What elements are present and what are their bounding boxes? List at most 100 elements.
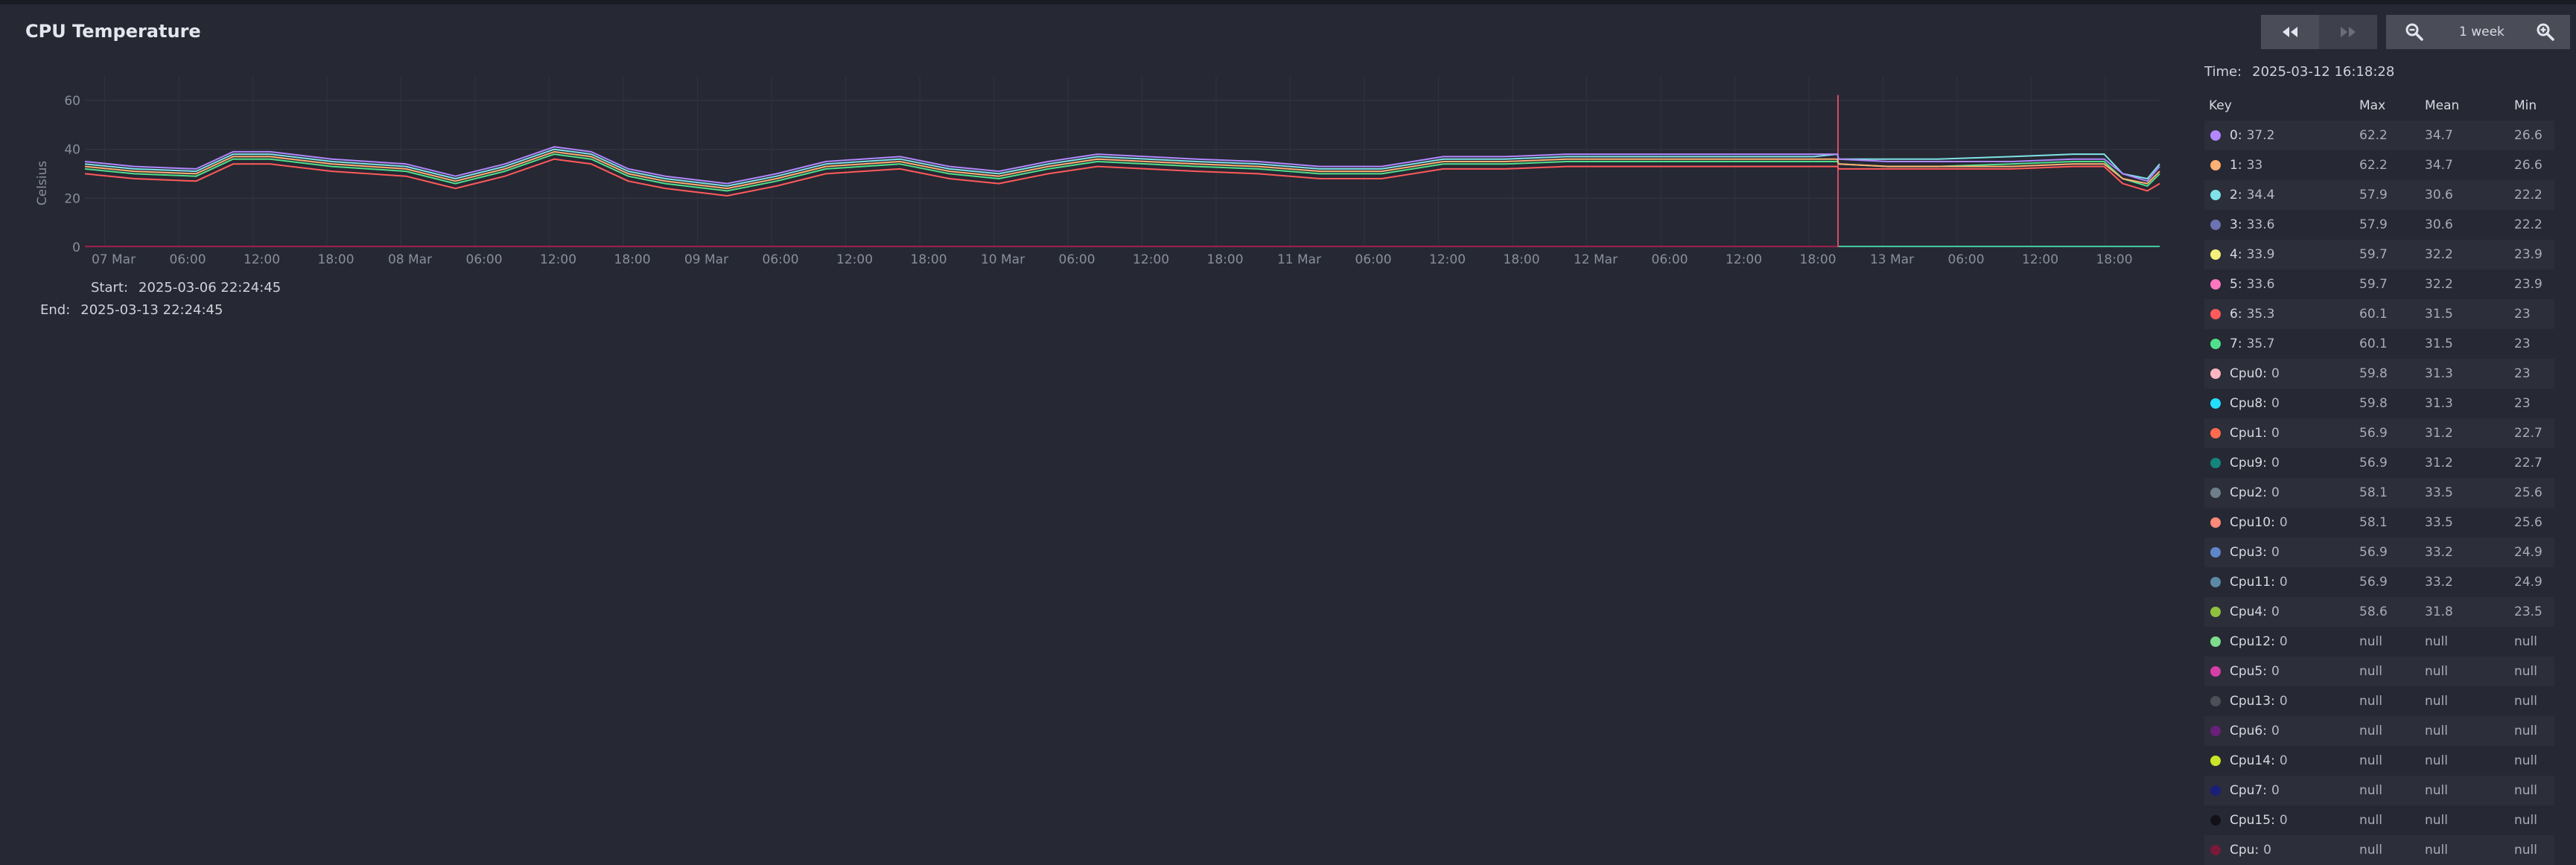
series-min: 23 <box>2514 396 2531 411</box>
legend-row[interactable]: 2:34.4 57.9 30.6 22.2 <box>2204 180 2554 210</box>
series-max: 56.9 <box>2359 426 2388 441</box>
series-mean: null <box>2425 813 2448 828</box>
legend-key: Cpu13:0 <box>2204 694 2353 709</box>
series-color-swatch <box>2210 279 2221 290</box>
series-max: null <box>2359 724 2382 738</box>
legend-key: Cpu12:0 <box>2204 634 2353 649</box>
series-color-swatch <box>2210 845 2221 855</box>
series-max: 59.7 <box>2359 247 2388 262</box>
legend-row[interactable]: Cpu2:0 58.1 33.5 25.6 <box>2204 478 2554 508</box>
series-colon: : <box>2271 515 2275 530</box>
legend-row[interactable]: Cpu15:0 null null null <box>2204 805 2554 835</box>
series-max: null <box>2359 813 2382 828</box>
series-name: Cpu15 <box>2230 813 2271 828</box>
series-color-swatch <box>2210 666 2221 677</box>
legend-key: Cpu:0 <box>2204 843 2353 858</box>
rewind-icon <box>2283 27 2297 37</box>
legend-header-key[interactable]: Key <box>2204 98 2353 113</box>
series-color-swatch <box>2210 428 2221 438</box>
legend-row[interactable]: Cpu7:0 null null null <box>2204 776 2554 805</box>
series-colon: : <box>2262 366 2267 381</box>
series-mean: 34.7 <box>2425 128 2453 143</box>
series-min: null <box>2514 843 2537 858</box>
shift-forward-button[interactable] <box>2319 15 2377 49</box>
x-tick-label: 13 Mar <box>1870 252 1914 267</box>
series-current-value: 0 <box>2271 396 2280 411</box>
series-current-value: 33.6 <box>2246 217 2275 232</box>
legend-row[interactable]: 1:33 62.2 34.7 26.6 <box>2204 150 2554 180</box>
series-colon: : <box>2254 843 2259 858</box>
range-start: Start: 2025-03-06 22:24:45 <box>91 280 281 296</box>
legend-row[interactable]: 5:33.6 59.7 32.2 23.9 <box>2204 269 2554 299</box>
legend-row[interactable]: Cpu12:0 null null null <box>2204 627 2554 657</box>
legend-row[interactable]: Cpu10:0 58.1 33.5 25.6 <box>2204 508 2554 537</box>
series-color-swatch <box>2210 815 2221 826</box>
series-colon: : <box>2271 813 2275 828</box>
legend-row[interactable]: Cpu1:0 56.9 31.2 22.7 <box>2204 418 2554 448</box>
legend-header-max[interactable]: Max <box>2353 98 2419 113</box>
legend-row[interactable]: Cpu11:0 56.9 33.2 24.9 <box>2204 567 2554 597</box>
chart-series <box>84 95 2160 247</box>
y-axis-label: Celsius <box>35 161 50 205</box>
legend-header-min[interactable]: Min <box>2508 98 2554 113</box>
legend-row[interactable]: Cpu3:0 56.9 33.2 24.9 <box>2204 537 2554 567</box>
zoom-out-button[interactable] <box>2386 15 2443 49</box>
series-min: 26.6 <box>2514 128 2542 143</box>
legend-row[interactable]: Cpu0:0 59.8 31.3 23 <box>2204 359 2554 389</box>
series-mean: 31.2 <box>2425 426 2453 441</box>
series-current-value: 0 <box>2263 843 2271 858</box>
legend-row[interactable]: Cpu13:0 null null null <box>2204 686 2554 716</box>
series-max: 60.1 <box>2359 307 2388 322</box>
zoom-in-button[interactable] <box>2520 15 2570 49</box>
series-mean: 31.3 <box>2425 366 2453 381</box>
series-color-swatch <box>2210 458 2221 468</box>
legend-row[interactable]: 4:33.9 59.7 32.2 23.9 <box>2204 240 2554 269</box>
series-name: 7 <box>2230 336 2238 351</box>
legend-row[interactable]: Cpu4:0 58.6 31.8 23.5 <box>2204 597 2554 627</box>
series-min: 22.7 <box>2514 456 2542 470</box>
series-current-value: 35.3 <box>2246 307 2275 322</box>
series-colon: : <box>2262 396 2267 411</box>
series-min: 23 <box>2514 336 2531 351</box>
series-max: null <box>2359 753 2382 768</box>
legend-key: Cpu1:0 <box>2204 426 2353 441</box>
series-max: 58.1 <box>2359 515 2388 530</box>
x-tick-label: 08 Mar <box>388 252 432 267</box>
legend-row[interactable]: Cpu9:0 56.9 31.2 22.7 <box>2204 448 2554 478</box>
series-color-swatch <box>2210 309 2221 319</box>
series-color-swatch <box>2210 517 2221 528</box>
shift-back-button[interactable] <box>2261 15 2319 49</box>
legend-row[interactable]: Cpu14:0 null null null <box>2204 746 2554 776</box>
x-tick-label: 18:00 <box>318 252 354 267</box>
series-name: Cpu11 <box>2230 575 2271 590</box>
series-min: null <box>2514 753 2537 768</box>
series-max: 58.6 <box>2359 604 2388 619</box>
series-color-swatch <box>2210 339 2221 349</box>
legend-row[interactable]: 3:33.6 57.9 30.6 22.2 <box>2204 210 2554 240</box>
x-tick-label: 07 Mar <box>92 252 136 267</box>
legend-row[interactable]: Cpu:0 null null null <box>2204 835 2554 865</box>
legend-row[interactable]: 7:35.7 60.1 31.5 23 <box>2204 329 2554 359</box>
time-range-picker[interactable]: 1 week <box>2443 15 2521 49</box>
legend-row[interactable]: Cpu6:0 null null null <box>2204 716 2554 746</box>
series-min: null <box>2514 634 2537 649</box>
legend-key: Cpu11:0 <box>2204 575 2353 590</box>
temperature-chart[interactable]: 0 20 40 60 07 Mar 06:00 12:00 18:00 08 Mar 06:00… <box>0 60 2182 275</box>
legend-row[interactable]: 0:37.2 62.2 34.7 26.6 <box>2204 121 2554 150</box>
series-current-value: 0 <box>2279 515 2288 530</box>
series-color-swatch <box>2210 636 2221 647</box>
x-tick-label: 18:00 <box>2096 252 2133 267</box>
x-tick-label: 09 Mar <box>684 252 728 267</box>
series-name: Cpu7 <box>2230 783 2263 798</box>
chart-canvas[interactable]: 0 20 40 60 07 Mar 06:00 12:00 18:00 08 Mar 06:00… <box>0 60 2182 275</box>
series-min: 26.6 <box>2514 158 2542 173</box>
legend-row[interactable]: Cpu5:0 null null null <box>2204 657 2554 686</box>
series-mean: 30.6 <box>2425 217 2453 232</box>
legend-row[interactable]: Cpu8:0 59.8 31.3 23 <box>2204 389 2554 418</box>
series-color-swatch <box>2210 220 2221 230</box>
legend-header-mean[interactable]: Mean <box>2419 98 2508 113</box>
legend-key: Cpu4:0 <box>2204 604 2353 619</box>
legend-row[interactable]: 6:35.3 60.1 31.5 23 <box>2204 299 2554 329</box>
legend-table: Key Max Mean Min 0:37.2 62.2 34.7 26.6 1:33 6… <box>2204 91 2554 865</box>
series-name: Cpu5 <box>2230 664 2263 679</box>
